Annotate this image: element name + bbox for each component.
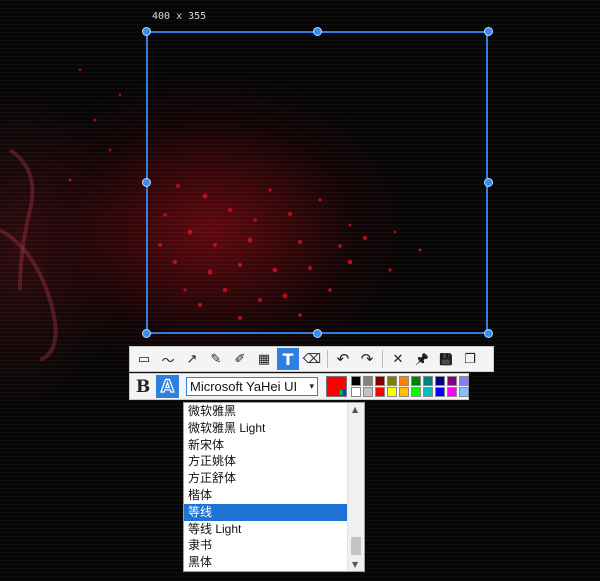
mosaic-icon: ▦: [257, 351, 271, 367]
resize-handle-bottom-left[interactable]: [142, 329, 151, 338]
scroll-down-arrow-icon[interactable]: ▼: [352, 560, 358, 569]
resize-handle-bottom-right[interactable]: [484, 329, 493, 338]
color-swatch[interactable]: [363, 376, 373, 386]
pencil-icon: ✎: [210, 351, 222, 367]
text-tool[interactable]: T: [277, 348, 299, 370]
pen-tool[interactable]: ✎: [205, 348, 227, 370]
copy-button[interactable]: ❐: [459, 348, 481, 370]
color-swatch[interactable]: [459, 376, 469, 386]
cancel-button[interactable]: ✕: [387, 348, 409, 370]
rect-icon: ▭: [137, 351, 151, 367]
current-color-swatch[interactable]: [326, 376, 347, 397]
undo-button[interactable]: ↶: [332, 348, 354, 370]
wave-icon: 〜: [161, 353, 175, 369]
resize-handle-top[interactable]: [313, 27, 322, 36]
color-swatch[interactable]: [411, 376, 421, 386]
copy-icon: ❐: [464, 351, 476, 367]
color-swatch[interactable]: [387, 376, 397, 386]
annotation-toolbar: ▭ 〜 ↗ ✎ ✐ ▦ T ⌫ ↶ ↷ ✕ 📌 💾 ❐: [129, 346, 494, 372]
font-family-value: Microsoft YaHei UI: [190, 379, 298, 394]
color-swatch[interactable]: [399, 387, 409, 397]
close-icon: ✕: [392, 351, 404, 367]
color-mix-icon: [340, 390, 345, 395]
pin-icon: 📌: [415, 352, 429, 366]
font-list-item[interactable]: 黑体: [184, 554, 348, 571]
capture-selection-rect[interactable]: [146, 31, 488, 334]
marker-tool[interactable]: ✐: [229, 348, 251, 370]
resize-handle-top-right[interactable]: [484, 27, 493, 36]
color-palette: [351, 376, 469, 398]
resize-handle-bottom[interactable]: [313, 329, 322, 338]
text-style-bar: B A Microsoft YaHei UI ▾: [129, 373, 469, 400]
color-swatch[interactable]: [411, 387, 421, 397]
mosaic-tool[interactable]: ▦: [253, 348, 275, 370]
scrollbar-thumb[interactable]: [351, 537, 361, 555]
scroll-up-arrow-icon[interactable]: ▲: [352, 405, 358, 414]
resize-handle-right[interactable]: [484, 178, 493, 187]
highlighter-icon: ✐: [234, 351, 246, 367]
redo-icon: ↷: [360, 350, 374, 368]
undo-icon: ↶: [336, 350, 350, 368]
chevron-down-icon: ▾: [309, 381, 314, 391]
resize-handle-left[interactable]: [142, 178, 151, 187]
font-list-item[interactable]: 楷体: [184, 487, 348, 504]
bold-button[interactable]: B: [133, 376, 153, 397]
save-icon: 💾: [439, 352, 453, 366]
color-swatch[interactable]: [375, 387, 385, 397]
color-swatch[interactable]: [447, 387, 457, 397]
color-swatch[interactable]: [351, 376, 361, 386]
color-swatch[interactable]: [459, 387, 469, 397]
rectangle-tool[interactable]: ▭: [133, 348, 155, 370]
resize-handle-top-left[interactable]: [142, 27, 151, 36]
font-list-item[interactable]: 等线 Light: [184, 521, 348, 538]
color-swatch[interactable]: [363, 387, 373, 397]
font-list-item[interactable]: 隶书: [184, 537, 348, 554]
pin-button[interactable]: 📌: [411, 348, 433, 370]
font-list-item[interactable]: 方正舒体: [184, 470, 348, 487]
eraser-tool[interactable]: ⌫: [301, 348, 323, 370]
color-swatch[interactable]: [375, 376, 385, 386]
arrow-tool[interactable]: ↗: [181, 348, 203, 370]
color-swatch[interactable]: [423, 376, 433, 386]
save-button[interactable]: 💾: [435, 348, 457, 370]
color-swatch[interactable]: [387, 387, 397, 397]
font-list-item[interactable]: 微软雅黑 Light: [184, 420, 348, 437]
redo-button[interactable]: ↷: [356, 348, 378, 370]
text-icon: T: [282, 349, 294, 369]
color-swatch[interactable]: [435, 387, 445, 397]
selection-size-label: 400 x 355: [152, 11, 207, 22]
eraser-icon: ⌫: [302, 351, 322, 367]
toolbar-divider: [327, 350, 328, 368]
font-list-item[interactable]: 等线: [184, 503, 348, 521]
color-swatch[interactable]: [447, 376, 457, 386]
color-swatch[interactable]: [423, 387, 433, 397]
dropdown-scrollbar[interactable]: ▲ ▼: [347, 403, 364, 571]
color-swatch[interactable]: [399, 376, 409, 386]
color-swatch[interactable]: [351, 387, 361, 397]
font-family-dropdown: 微软雅黑 微软雅黑 Light 新宋体 方正姚体 方正舒体 楷体 等线 等线 Light 隶书黑…: [183, 402, 365, 572]
font-family-select[interactable]: Microsoft YaHei UI ▾: [186, 377, 318, 396]
font-list: 微软雅黑 微软雅黑 Light 新宋体 方正姚体 方正舒体 楷体 等线 等线 Light 隶书黑…: [184, 403, 348, 571]
outline-text-button[interactable]: A: [156, 375, 179, 398]
font-list-item[interactable]: 方正姚体: [184, 453, 348, 470]
freehand-tool[interactable]: 〜: [157, 348, 179, 370]
color-swatch[interactable]: [435, 376, 445, 386]
toolbar-divider: [382, 350, 383, 368]
arrow-icon: ↗: [186, 351, 198, 367]
font-list-item[interactable]: 微软雅黑: [184, 403, 348, 420]
font-list-item[interactable]: 新宋体: [184, 437, 348, 454]
